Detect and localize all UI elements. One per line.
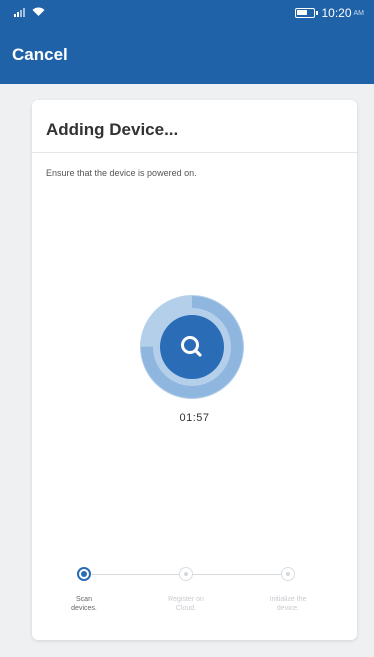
step-scan-devices: Scan devices. (44, 562, 124, 613)
status-right: 10:20 AM (295, 6, 364, 20)
adding-device-screen: 10:20 AM Cancel Adding Device... Ensure … (0, 0, 374, 657)
step-active-dot-icon (77, 567, 91, 581)
magnifier-icon (181, 336, 202, 357)
adding-device-card: Adding Device... Ensure that the device … (32, 100, 357, 640)
status-left (14, 7, 45, 17)
card-title: Adding Device... (46, 120, 179, 139)
card-divider (32, 152, 357, 153)
countdown-timer: 01:57 (179, 412, 210, 424)
status-time: 10:20 (321, 6, 352, 20)
status-bar: 10:20 AM (0, 0, 374, 28)
step-inactive-dot-icon (281, 567, 295, 581)
step-register-cloud: Register on Cloud. (146, 562, 226, 613)
app-bar: Cancel (0, 28, 374, 84)
step-label: Scan devices. (71, 596, 97, 612)
step-initialize-device: Initialize the device. (248, 562, 328, 613)
scan-button (160, 315, 224, 379)
scanning-indicator (140, 295, 244, 399)
wifi-icon (32, 7, 45, 16)
step-label: Initialize the device. (269, 596, 307, 612)
signal-icon (14, 8, 25, 17)
status-ampm: AM (353, 9, 365, 17)
cancel-button[interactable]: Cancel (12, 45, 68, 65)
instruction-text: Ensure that the device is powered on. (46, 168, 197, 178)
battery-icon (295, 8, 319, 18)
step-inactive-dot-icon (179, 567, 193, 581)
step-label: Register on Cloud. (168, 596, 204, 612)
